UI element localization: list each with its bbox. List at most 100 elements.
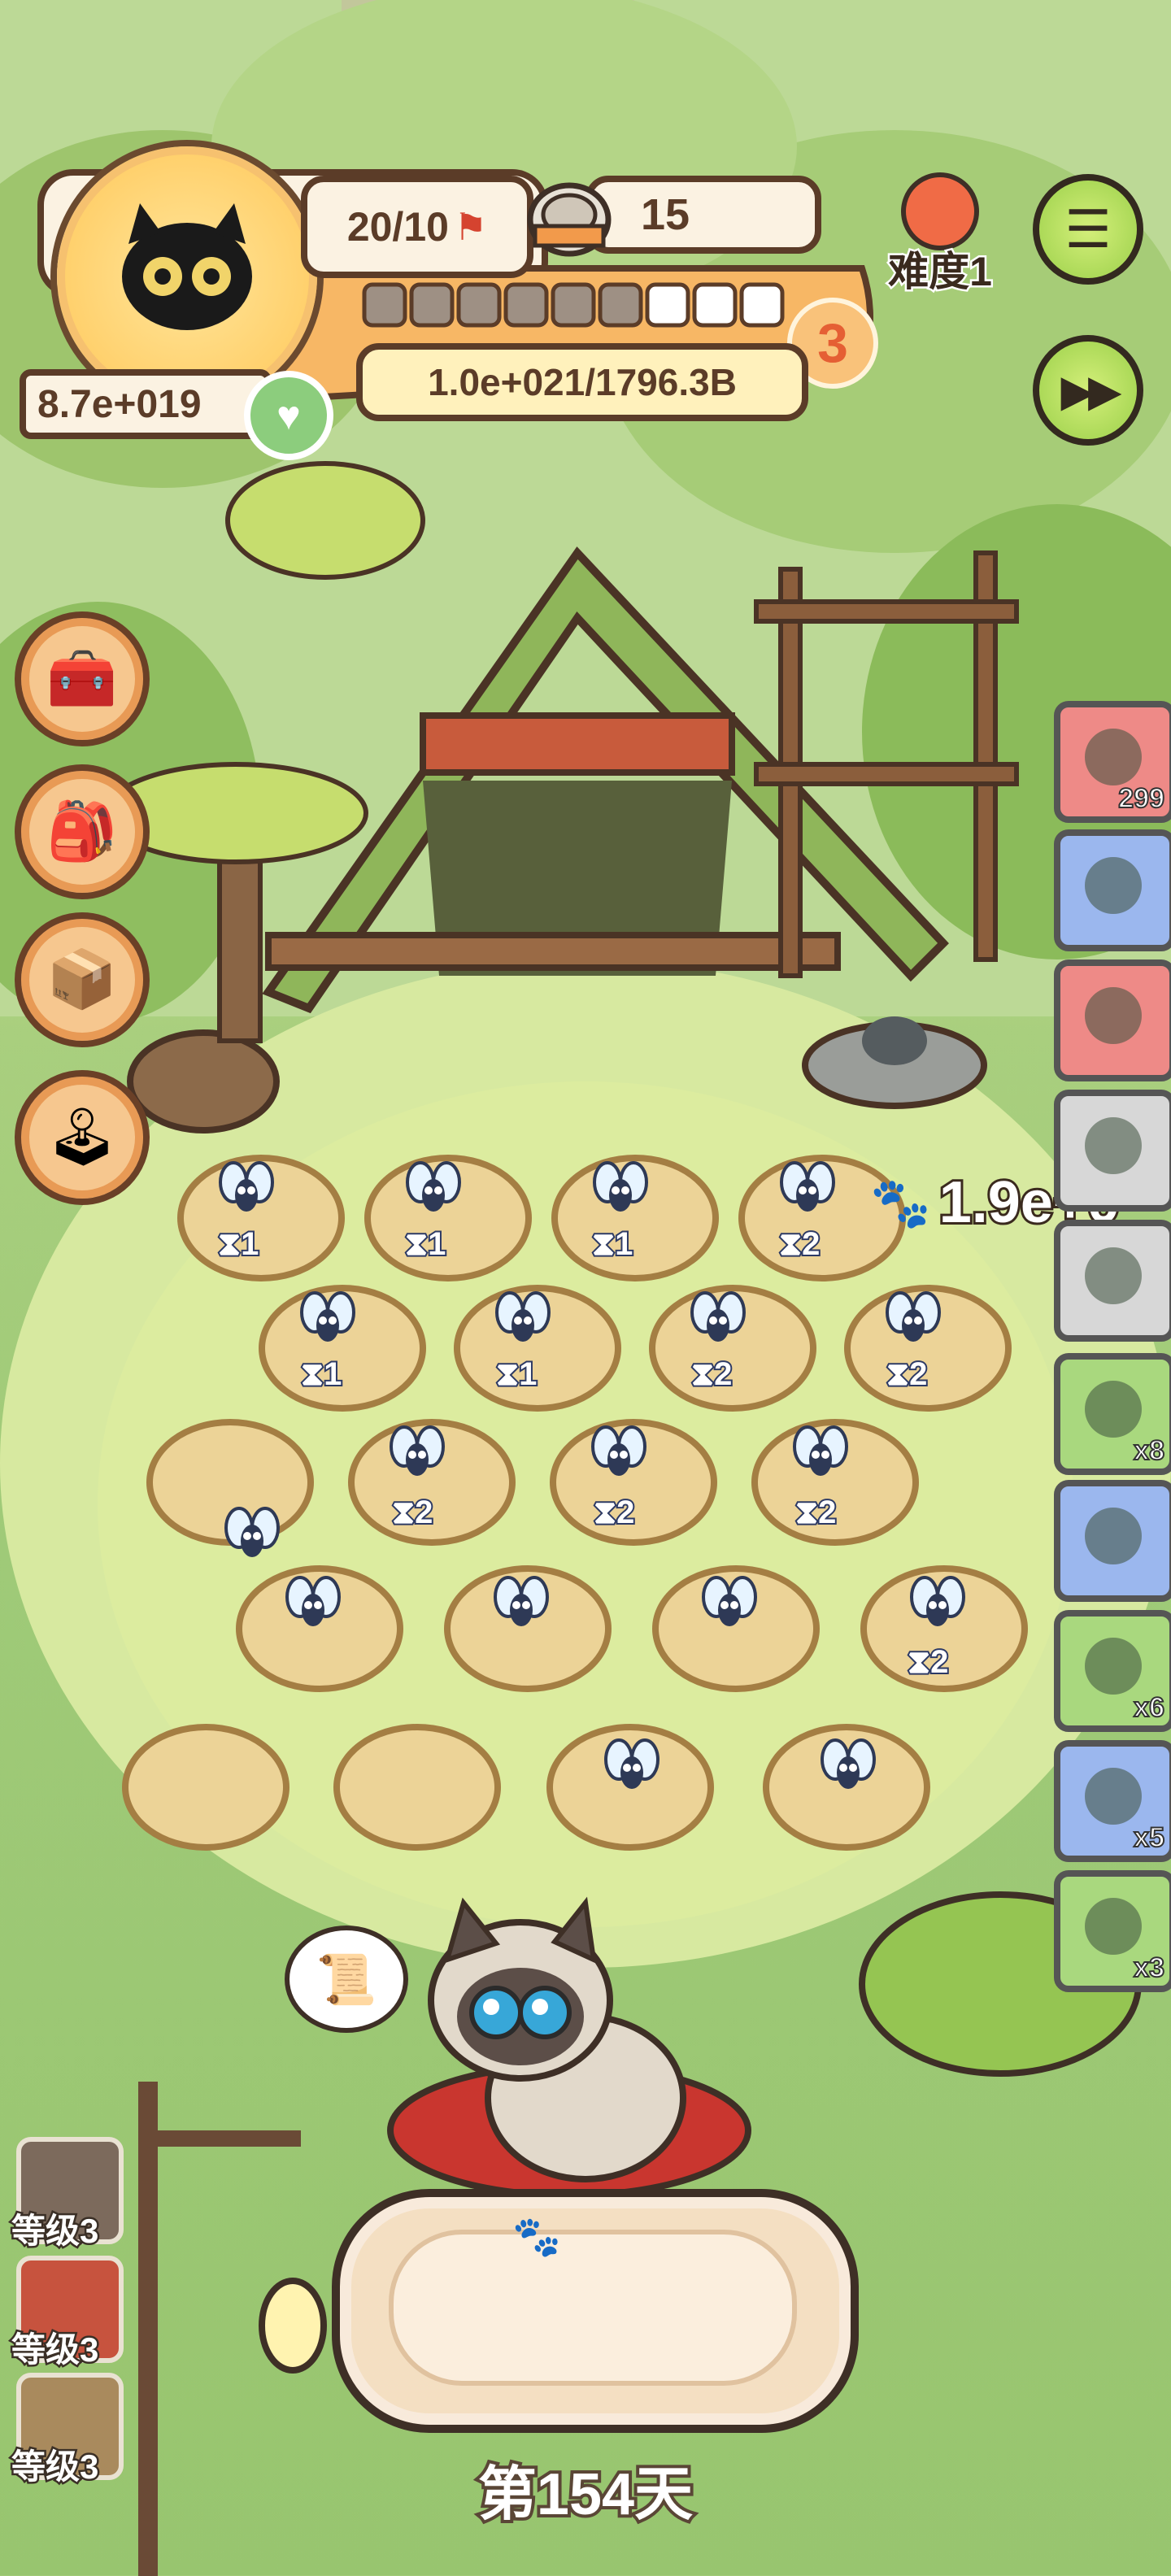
joystick-button[interactable]: 🕹	[15, 1070, 150, 1205]
certificate-icon: 📜	[316, 1952, 377, 2007]
inventory-count: x6	[1133, 1691, 1165, 1724]
mosquito-icon	[494, 1576, 549, 1628]
green-orb-icon	[1085, 987, 1142, 1044]
progress-segment-empty	[645, 282, 690, 328]
menu-list-icon: ☰	[1064, 199, 1112, 259]
inventory-slot[interactable]	[1054, 1220, 1171, 1342]
backpack-button[interactable]: 🎒	[15, 764, 150, 899]
day-counter: 第154天	[475, 2459, 696, 2530]
joystick-icon: 🕹	[46, 1105, 119, 1168]
capacity-counter: 20/10 ⚑	[301, 176, 533, 278]
paw-icon: 🐾	[870, 1175, 931, 1230]
box-button[interactable]: 📦	[15, 912, 150, 1047]
inventory-count: x3	[1133, 1952, 1165, 1984]
coin-counter: 8.7e+019	[20, 369, 272, 439]
inventory-slot[interactable]	[1054, 1480, 1171, 1602]
net-icon	[1085, 1117, 1142, 1174]
hourglass-timer: ⧗1	[403, 1225, 447, 1264]
mosquito-icon	[821, 1738, 876, 1791]
difficulty-indicator[interactable]: 难度1	[883, 172, 997, 298]
menu-button[interactable]: ☰	[1033, 174, 1143, 285]
mosquito-icon	[406, 1161, 461, 1213]
certificate-bubble[interactable]: 📜	[285, 1925, 408, 2033]
lollipop-icon	[1085, 1381, 1142, 1438]
progress-segment-empty	[692, 282, 738, 328]
inventory-slot[interactable]: x6	[1054, 1610, 1171, 1732]
progress-bar: 1.0e+021/1796.3B	[356, 343, 808, 421]
progress-segment-empty	[739, 282, 785, 328]
progress-segment-filled	[551, 282, 596, 328]
medical-kit-icon: 🧰	[46, 646, 118, 710]
hourglass-timer: ⧗1	[216, 1225, 260, 1264]
action-panel-inner	[389, 2230, 797, 2386]
mosquito-icon	[390, 1425, 445, 1477]
progress-segment-filled	[456, 282, 502, 328]
tent-icon	[1085, 1898, 1142, 1955]
inventory-count: x5	[1133, 1821, 1165, 1854]
hourglass-timer: ⧗1	[299, 1355, 343, 1394]
mosquito-icon	[495, 1291, 551, 1343]
level-label: 等级3	[9, 2329, 100, 2371]
action-panel[interactable]: 🐾	[332, 2189, 859, 2433]
fast-forward-button[interactable]: ▶▶	[1033, 335, 1143, 446]
mosquito-icon	[793, 1425, 848, 1477]
hourglass-timer: ⧗2	[592, 1493, 636, 1532]
inventory-count: x8	[1133, 1434, 1165, 1467]
feather-icon	[1085, 857, 1142, 914]
food-counter: 15	[586, 176, 821, 254]
mosquito-icon	[604, 1738, 660, 1791]
mosquito-icon	[285, 1576, 341, 1628]
hourglass-timer: ⧗1	[494, 1355, 538, 1394]
stage-number: 3	[817, 312, 848, 374]
green-pods-icon	[1085, 1247, 1142, 1304]
siamese-cat-character[interactable]	[325, 1870, 829, 2212]
flag-icon: ⚑	[453, 206, 488, 248]
progress-segment-filled	[598, 282, 643, 328]
black-cat-icon	[122, 203, 252, 330]
capacity-value: 20/10	[346, 204, 449, 250]
mosquito-icon	[224, 1507, 280, 1559]
health-kit-button[interactable]: 🧰	[15, 611, 150, 746]
level-label: 等级3	[9, 2210, 100, 2252]
hourglass-timer: ⧗2	[390, 1493, 434, 1532]
mosquito-icon	[690, 1291, 746, 1343]
mosquito-icon	[591, 1425, 646, 1477]
mosquito-icon	[780, 1161, 835, 1213]
paw-print-icon: 🐾	[512, 2216, 561, 2259]
hourglass-timer: ⧗1	[590, 1225, 634, 1264]
mosquito-icon	[702, 1576, 757, 1628]
mosquito-icon	[593, 1161, 648, 1213]
mosquito-icon	[910, 1576, 965, 1628]
progress-segment-filled	[409, 282, 455, 328]
hourglass-timer: ⧗2	[885, 1355, 929, 1394]
progress-segment-filled	[362, 282, 407, 328]
progress-segment-filled	[503, 282, 549, 328]
stage-progress-segments	[362, 282, 785, 328]
player-avatar[interactable]	[57, 146, 317, 407]
potion-bottle-icon	[1085, 1638, 1142, 1695]
inventory-slot[interactable]	[1054, 1090, 1171, 1212]
hourglass-timer: ⧗2	[777, 1225, 821, 1264]
heart-button[interactable]: ♥	[244, 371, 333, 460]
food-can-icon	[527, 182, 612, 257]
hourglass-timer: ⧗2	[906, 1643, 950, 1682]
pebble-bag-icon	[1085, 729, 1142, 785]
inventory-slot[interactable]: 299	[1054, 701, 1171, 823]
mushroom-rock-icon	[1085, 1768, 1142, 1825]
inventory-slot[interactable]: x8	[1054, 1353, 1171, 1475]
progress-value: 1.0e+021/1796.3B	[428, 361, 737, 403]
cardboard-box-icon: 📦	[46, 947, 118, 1011]
difficulty-label: 难度1	[886, 247, 995, 297]
inventory-slot[interactable]	[1054, 829, 1171, 951]
heart-icon: ♥	[276, 393, 301, 438]
inventory-slot[interactable]: x3	[1054, 1870, 1171, 1992]
food-count-value: 15	[641, 190, 690, 239]
coin-value: 8.7e+019	[37, 382, 202, 426]
mosquito-icon	[300, 1291, 355, 1343]
inventory-count: 299	[1117, 782, 1165, 815]
backpack-icon: 🎒	[46, 799, 118, 863]
snail-shell-icon	[1085, 1508, 1142, 1564]
fast-forward-icon: ▶▶	[1060, 366, 1121, 416]
inventory-slot[interactable]	[1054, 959, 1171, 1081]
inventory-slot[interactable]: x5	[1054, 1740, 1171, 1862]
